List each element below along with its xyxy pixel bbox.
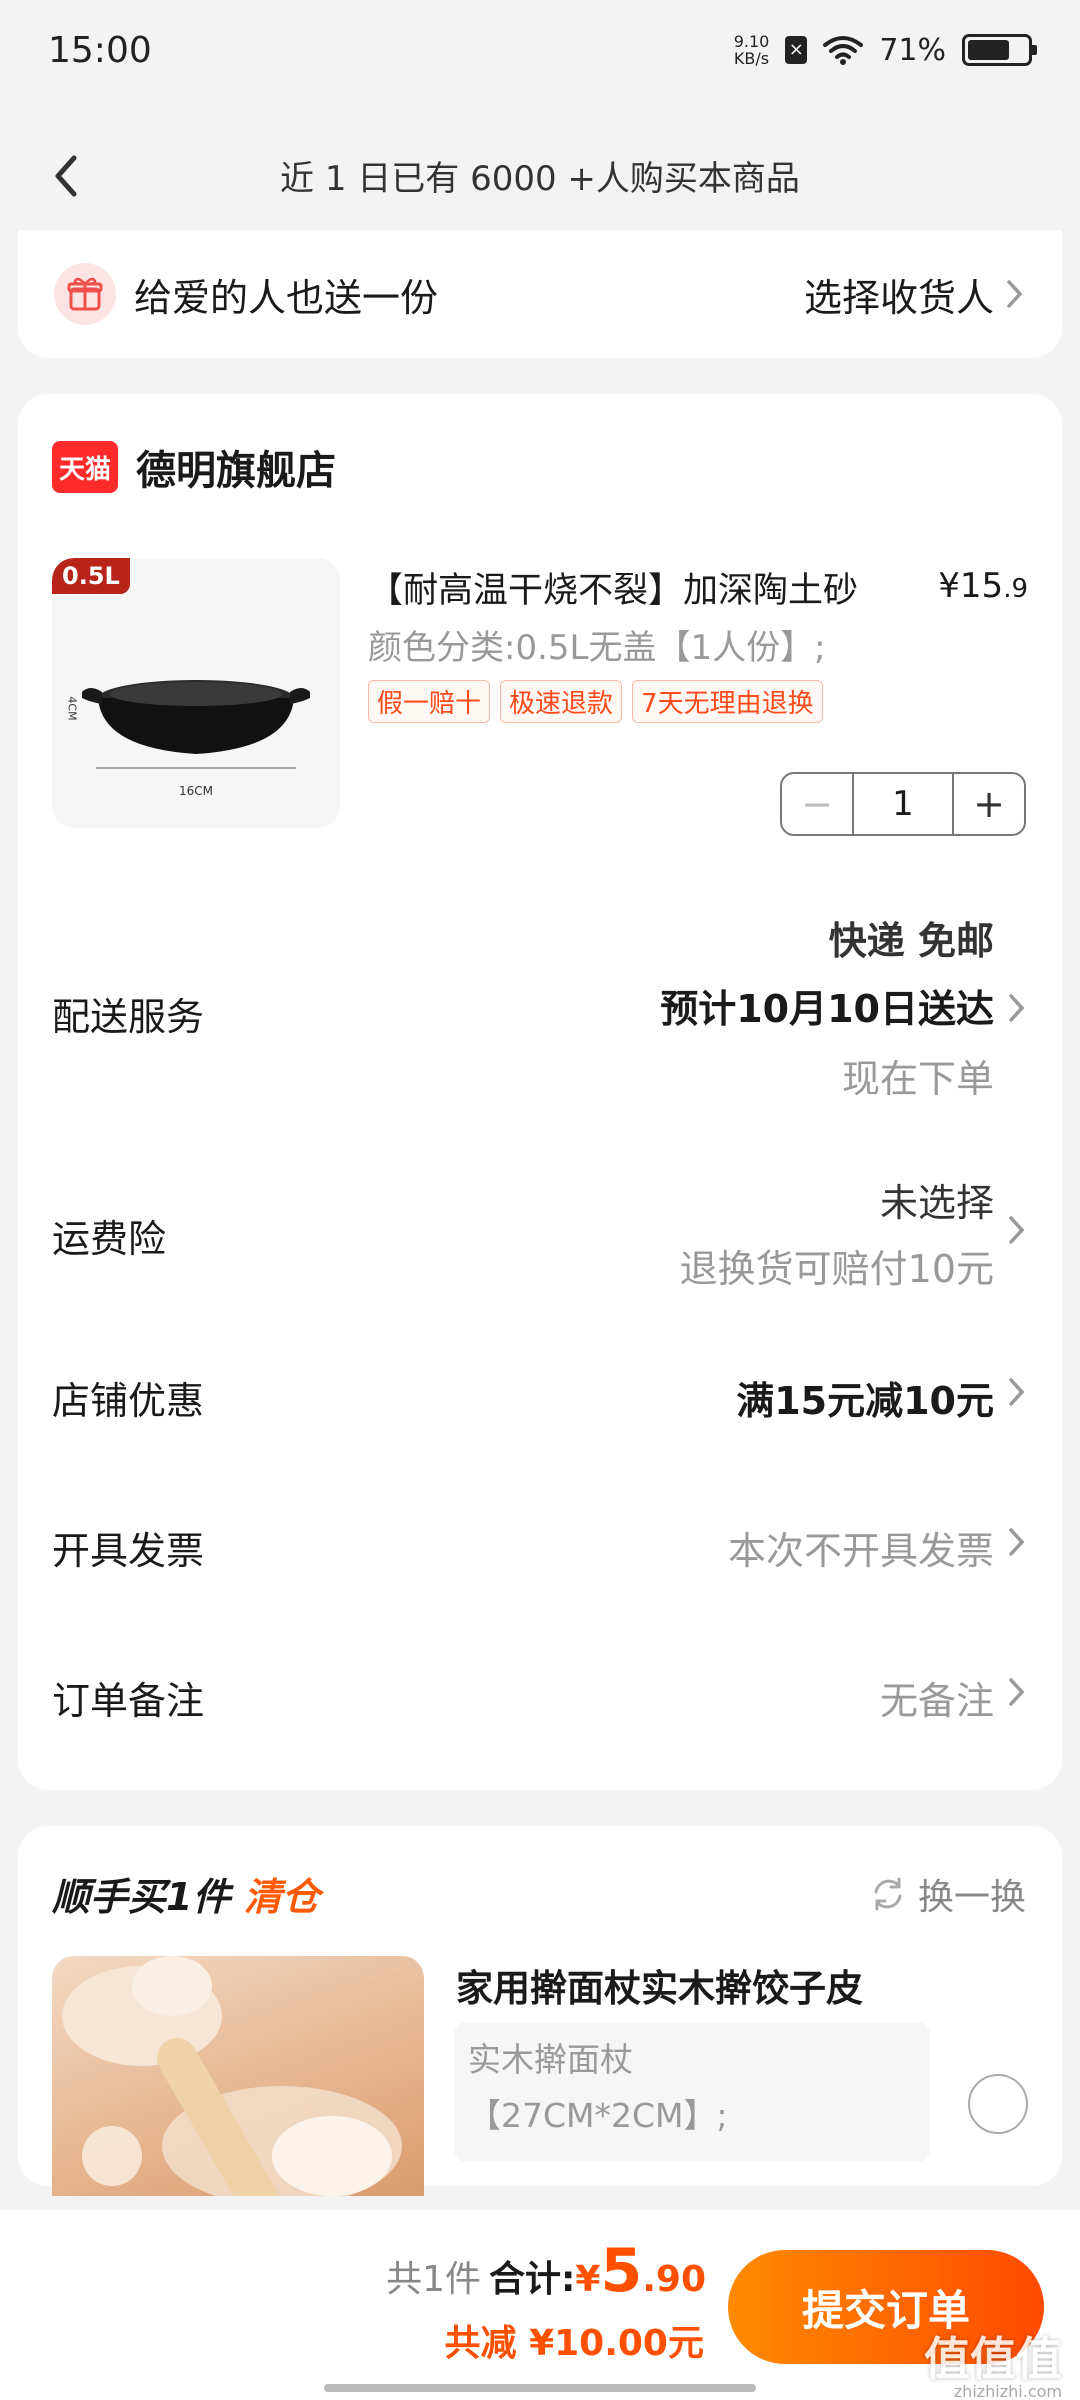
rolling-pin-image[interactable] xyxy=(52,1956,424,2196)
store-discount-label: 店铺优惠 xyxy=(52,1379,205,1423)
addon-spec-box[interactable]: 实木擀面杖 【27CM*2CM】; xyxy=(454,2022,930,2162)
battery-icon xyxy=(962,34,1037,66)
back-arrow-icon xyxy=(55,155,77,197)
service-tag: 7天无理由退换 xyxy=(632,680,823,723)
gift-text: 给爱的人也送一份 xyxy=(134,275,439,320)
back-button[interactable] xyxy=(38,146,98,206)
battery-percent: 71% xyxy=(879,32,946,68)
delivery-method: 快递 免邮 xyxy=(828,919,994,963)
increase-button[interactable]: + xyxy=(954,774,1024,834)
price-dec: .9 xyxy=(1003,574,1028,604)
order-note-label: 订单备注 xyxy=(52,1679,205,1723)
addon-spec-line: 【27CM*2CM】; xyxy=(468,2096,728,2135)
chevron-right-icon xyxy=(1007,280,1023,308)
delivery-service-row[interactable]: 配送服务 快递 免邮 预计10月10日送达 现在下单 xyxy=(52,894,1028,1114)
quantity-value[interactable]: 1 xyxy=(852,774,954,834)
page-title: 近 1 日已有 6000 +人购买本商品 xyxy=(280,158,800,199)
chevron-right-icon xyxy=(1009,1528,1025,1556)
total-dec: .90 xyxy=(642,2259,706,2300)
store-discount-row[interactable]: 店铺优惠 满15元减10元 xyxy=(52,1364,1028,1434)
shipping-insurance-row[interactable]: 运费险 未选择 退换货可赔付10元 xyxy=(52,1172,1028,1302)
order-note-value: 无备注 xyxy=(879,1679,994,1723)
addon-title: 顺手买1件 清仓 xyxy=(52,1866,320,1921)
no-sim-icon: × xyxy=(785,36,808,64)
battery-fill xyxy=(968,40,1010,60)
delivery-service-label: 配送服务 xyxy=(52,995,205,1039)
shipping-insurance-desc: 退换货可赔付10元 xyxy=(679,1247,994,1291)
total-label: 合计: xyxy=(489,2259,576,2300)
gift-send-row[interactable]: 给爱的人也送一份 选择收货人 xyxy=(18,230,1062,358)
delivery-eta: 预计10月10日送达 xyxy=(660,987,994,1031)
clay-pot-illustration xyxy=(82,680,310,769)
dimension-width: 16CM xyxy=(178,784,213,798)
total-int: 5 xyxy=(600,2236,643,2306)
invoice-row[interactable]: 开具发票 本次不开具发票 xyxy=(52,1514,1028,1584)
bottom-bar: 共1件 合计: ¥5.90 共减 ¥10.00元 提交订单 xyxy=(0,2210,1080,2400)
store-header[interactable]: 天猫 德明旗舰店 xyxy=(52,438,336,496)
service-tag: 极速退款 xyxy=(500,680,623,723)
product-spec[interactable]: 颜色分类:0.5L无盖【1人份】; xyxy=(368,620,826,669)
chevron-right-icon xyxy=(1009,1216,1025,1244)
item-count: 共1件 xyxy=(386,2259,481,2300)
chevron-right-icon xyxy=(1009,1678,1025,1706)
status-time: 15:00 xyxy=(48,29,152,71)
dimension-height: 4CM xyxy=(65,696,79,721)
store-name: 德明旗舰店 xyxy=(136,448,336,494)
swap-button[interactable]: 换一换 xyxy=(868,1868,1026,1920)
choose-recipient-button[interactable]: 选择收货人 xyxy=(804,267,1026,322)
price-int: 15 xyxy=(959,566,1004,606)
chevron-right-icon xyxy=(1009,994,1025,1022)
nav-bar: 近 1 日已有 6000 +人购买本商品 xyxy=(0,130,1080,220)
total-line: 共1件 合计: ¥5.90 xyxy=(386,2236,706,2306)
service-tags: 假一赔十 极速退款 7天无理由退换 xyxy=(368,680,823,723)
chevron-right-icon xyxy=(1009,1378,1025,1406)
size-tag: 0.5L xyxy=(52,558,130,594)
invoice-label: 开具发票 xyxy=(52,1529,205,1573)
service-tag: 假一赔十 xyxy=(368,680,491,723)
order-note-row[interactable]: 订单备注 无备注 xyxy=(52,1664,1028,1734)
network-speed-value: 9.10 xyxy=(733,32,770,51)
addon-title-text: 顺手买1件 xyxy=(52,1875,231,1919)
quantity-stepper: − 1 + xyxy=(780,772,1026,836)
refresh-icon xyxy=(874,1877,902,1911)
network-speed-unit: KB/s xyxy=(733,49,770,68)
rolling-pin-illustration xyxy=(62,1956,402,2196)
shipping-insurance-status: 未选择 xyxy=(879,1181,994,1225)
status-icons: 9.10 KB/s × 71% xyxy=(734,32,1037,68)
product-image[interactable]: 0.5L 16CM 4CM xyxy=(52,558,340,828)
status-bar: 15:00 9.10 KB/s × 71% xyxy=(0,0,1080,100)
choose-recipient-label: 选择收货人 xyxy=(803,275,994,320)
order-card: 天猫 德明旗舰店 0.5L 16CM 4CM 【耐高温干烧不裂】加深陶土砂 ¥1… xyxy=(18,394,1062,1790)
addon-spec-line: 实木擀面杖 xyxy=(468,2040,633,2079)
delivery-note: 现在下单 xyxy=(841,1057,994,1101)
watermark-text: 值值值 xyxy=(924,2332,1062,2386)
home-indicator[interactable] xyxy=(324,2384,756,2392)
wifi-icon xyxy=(823,36,864,65)
store-discount-value: 满15元减10元 xyxy=(736,1379,994,1423)
watermark: 值值值 zhizhizhi.com xyxy=(924,2336,1062,2400)
total-currency: ¥ xyxy=(575,2259,601,2300)
price-symbol: ¥ xyxy=(938,566,960,606)
addon-select-radio[interactable] xyxy=(968,2074,1028,2134)
network-speed: 9.10 KB/s xyxy=(734,33,770,67)
addon-card: 顺手买1件 清仓 换一换 家用擀面杖实木擀饺子皮 实木擀面杖 【27CM*2CM… xyxy=(18,1826,1062,2196)
total-price: ¥5.90 xyxy=(575,2236,706,2306)
discount-total: 共减 ¥10.00元 xyxy=(444,2323,704,2364)
product-title[interactable]: 【耐高温干烧不裂】加深陶土砂 xyxy=(368,562,948,613)
decrease-button[interactable]: − xyxy=(782,774,852,834)
addon-title-highlight: 清仓 xyxy=(243,1875,320,1919)
tmall-logo: 天猫 xyxy=(52,441,118,493)
gift-icon xyxy=(54,263,116,325)
addon-product-name[interactable]: 家用擀面杖实木擀饺子皮 xyxy=(456,1958,863,2012)
shipping-insurance-label: 运费险 xyxy=(52,1217,167,1261)
product-price: ¥15.9 xyxy=(938,566,1028,606)
invoice-value: 本次不开具发票 xyxy=(727,1529,994,1573)
swap-label: 换一换 xyxy=(917,1877,1026,1918)
